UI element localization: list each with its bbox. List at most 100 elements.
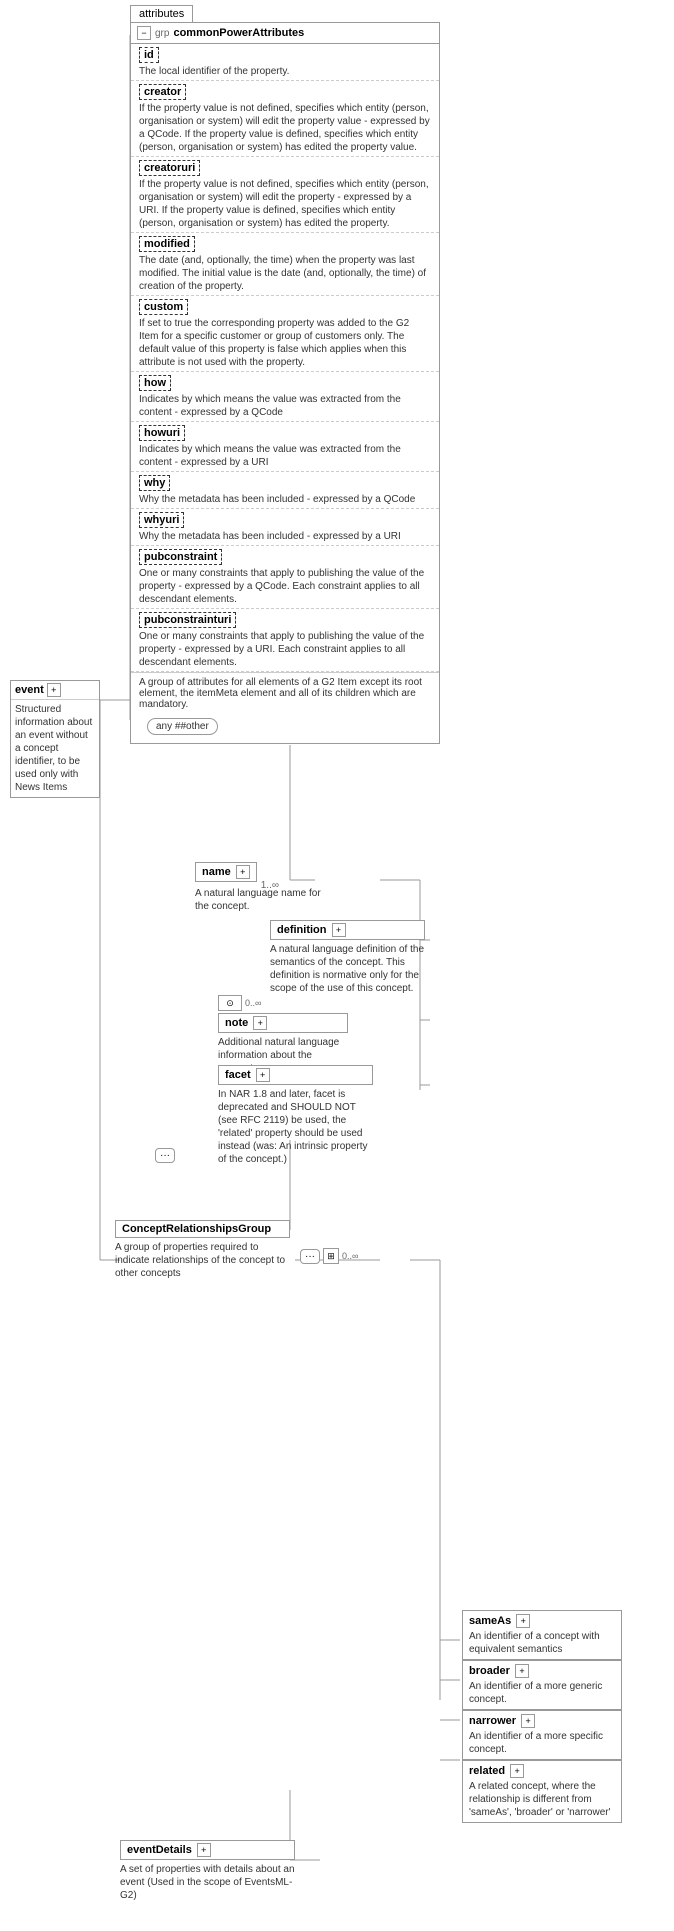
attr-name-id: id (139, 47, 159, 63)
attr-row-pubconstraint: pubconstraint One or many constraints th… (131, 546, 439, 609)
sameAs-desc: An identifier of a concept with equivale… (469, 1630, 615, 1656)
note-multiplicity-label: 0..∞ (245, 998, 261, 1008)
attr-name-why: why (139, 475, 170, 491)
attr-desc-creator: If the property value is not defined, sp… (139, 102, 431, 154)
definition-expand[interactable]: + (332, 923, 346, 937)
related-expand[interactable]: + (510, 1764, 524, 1778)
crg-label: ConceptRelationshipsGroup (122, 1223, 271, 1235)
event-details-expand[interactable]: + (197, 1843, 211, 1857)
common-power-title: commonPowerAttributes (173, 27, 304, 39)
narrower-label: narrower (469, 1715, 516, 1727)
attr-row-modified: modified The date (and, optionally, the … (131, 233, 439, 296)
note-label: note (225, 1017, 248, 1029)
facet-label: facet (225, 1069, 251, 1081)
sameAs-header: sameAs + (469, 1614, 615, 1628)
attr-name-whyuri: whyuri (139, 512, 184, 528)
attr-name-custom: custom (139, 299, 188, 315)
common-power-header: − grp commonPowerAttributes (131, 23, 439, 44)
related-label: related (469, 1765, 505, 1777)
any-other-label: any ##other (147, 718, 218, 735)
note-expand[interactable]: + (253, 1016, 267, 1030)
grp-label: grp (155, 28, 169, 39)
attr-desc-pubconstraint: One or many constraints that apply to pu… (139, 567, 431, 606)
related-desc: A related concept, where the relationshi… (469, 1780, 615, 1819)
event-desc: Structured information about an event wi… (11, 700, 99, 797)
narrower-box: narrower + An identifier of a more speci… (462, 1710, 622, 1760)
definition-node-box: definition + (270, 920, 425, 940)
name-node-box: name + (195, 862, 257, 882)
attr-desc-howuri: Indicates by which means the value was e… (139, 443, 431, 469)
event-details-container: eventDetails + A set of properties with … (120, 1840, 295, 1902)
attr-row-howuri: howuri Indicates by which means the valu… (131, 422, 439, 472)
note-sequence-icon: ⊙ (218, 995, 242, 1011)
facet-node-box: facet + (218, 1065, 373, 1085)
facet-node-container: facet + In NAR 1.8 and later, facet is d… (218, 1065, 373, 1166)
attr-name-how: how (139, 375, 171, 391)
crg-dots: ··· (300, 1249, 320, 1264)
attr-row-how: how Indicates by which means the value w… (131, 372, 439, 422)
facet-desc: In NAR 1.8 and later, facet is deprecate… (218, 1088, 373, 1166)
definition-label: definition (277, 924, 327, 936)
attr-desc-how: Indicates by which means the value was e… (139, 393, 431, 419)
definition-desc: A natural language definition of the sem… (270, 943, 425, 995)
sameAs-expand[interactable]: + (516, 1614, 530, 1628)
sameAs-box: sameAs + An identifier of a concept with… (462, 1610, 622, 1660)
attr-name-howuri: howuri (139, 425, 185, 441)
event-details-desc: A set of properties with details about a… (120, 1863, 295, 1902)
common-power-attributes-box: − grp commonPowerAttributes id The local… (130, 22, 440, 744)
related-header: related + (469, 1764, 615, 1778)
event-label: event (15, 684, 44, 696)
definition-node-container: definition + A natural language definiti… (270, 920, 425, 995)
attr-name-creatoruri: creatoruri (139, 160, 200, 176)
name-node-desc: A natural language name for the concept. (195, 887, 325, 913)
narrower-header: narrower + (469, 1714, 615, 1728)
attr-desc-modified: The date (and, optionally, the time) whe… (139, 254, 431, 293)
common-power-desc-text: A group of attributes for all elements o… (139, 677, 431, 710)
attr-name-creator: creator (139, 84, 186, 100)
name-node-label: name (202, 866, 231, 878)
attr-desc-whyuri: Why the metadata has been included - exp… (139, 530, 431, 543)
attr-name-modified: modified (139, 236, 195, 252)
note-node-box: note + (218, 1013, 348, 1033)
attr-name-pubconstraint: pubconstraint (139, 549, 222, 565)
crg-desc: A group of properties required to indica… (115, 1241, 290, 1280)
event-details-box: eventDetails + (120, 1840, 295, 1860)
crg-connectors: ··· ⊞ 0..∞ (300, 1248, 358, 1264)
crg-multiplicity: 0..∞ (342, 1251, 358, 1261)
name-node-expand[interactable]: + (236, 865, 250, 879)
broader-desc: An identifier of a more generic concept. (469, 1680, 615, 1706)
event-expand-icon[interactable]: + (47, 683, 61, 697)
common-power-bottom-desc: A group of attributes for all elements o… (131, 672, 439, 743)
crg-grid-icon: ⊞ (323, 1248, 339, 1264)
attributes-tab-label: attributes (139, 8, 184, 20)
attr-row-pubconstrainturi: pubconstrainturi One or many constraints… (131, 609, 439, 672)
event-box: event + Structured information about an … (10, 680, 100, 798)
broader-header: broader + (469, 1664, 615, 1678)
attr-desc-creatoruri: If the property value is not defined, sp… (139, 178, 431, 230)
attr-row-why: why Why the metadata has been included -… (131, 472, 439, 509)
event-header: event + (11, 681, 99, 700)
attr-row-creator: creator If the property value is not def… (131, 81, 439, 157)
note-node-container: ⊙ 0..∞ note + Additional natural languag… (218, 995, 348, 1075)
dots-icon: ··· (155, 1148, 175, 1163)
sameAs-label: sameAs (469, 1615, 511, 1627)
attr-name-pubconstrainturi: pubconstrainturi (139, 612, 236, 628)
event-details-label: eventDetails (127, 1844, 192, 1856)
attr-row-custom: custom If set to true the corresponding … (131, 296, 439, 372)
attributes-tab: attributes (130, 5, 193, 23)
crg-node-box: ConceptRelationshipsGroup (115, 1220, 290, 1238)
expand-icon[interactable]: − (137, 26, 151, 40)
narrower-expand[interactable]: + (521, 1714, 535, 1728)
attr-desc-custom: If set to true the corresponding propert… (139, 317, 431, 369)
broader-expand[interactable]: + (515, 1664, 529, 1678)
crg-box: ConceptRelationshipsGroup A group of pro… (115, 1220, 290, 1280)
related-box: related + A related concept, where the r… (462, 1760, 622, 1823)
dots-connector: ··· (155, 1148, 175, 1163)
attr-desc-pubconstrainturi: One or many constraints that apply to pu… (139, 630, 431, 669)
attr-row-id: id The local identifier of the property. (131, 44, 439, 81)
facet-expand[interactable]: + (256, 1068, 270, 1082)
attr-desc-id: The local identifier of the property. (139, 65, 431, 78)
narrower-desc: An identifier of a more specific concept… (469, 1730, 615, 1756)
broader-box: broader + An identifier of a more generi… (462, 1660, 622, 1710)
broader-label: broader (469, 1665, 510, 1677)
